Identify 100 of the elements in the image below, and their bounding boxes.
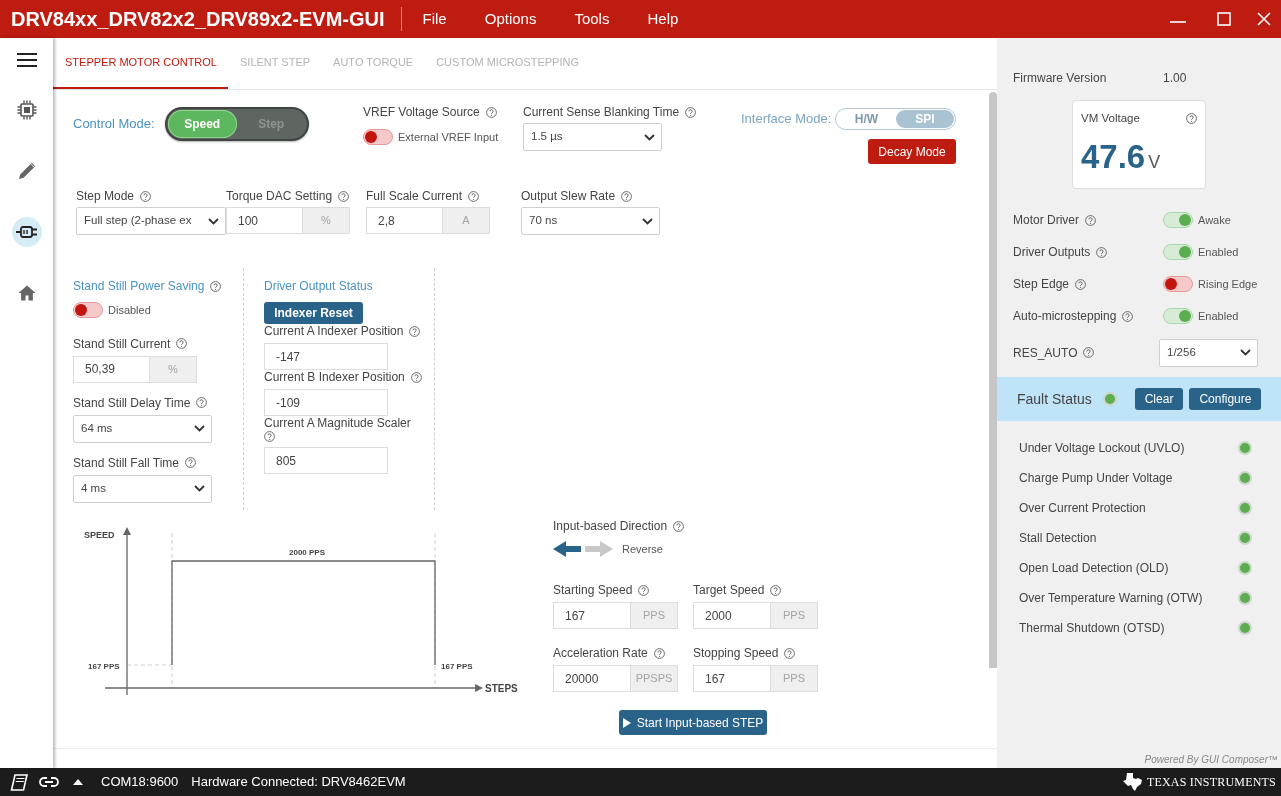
menu-item[interactable]: File (403, 5, 466, 33)
help-icon (409, 326, 421, 337)
field-label: Stand Still Delay Time (73, 394, 191, 411)
unit-label: PPS (770, 602, 818, 629)
unit-label: PPSPS (630, 665, 678, 692)
help-icon (653, 647, 665, 659)
speed-label: 2000 PPS (289, 548, 325, 557)
toggle-label: Rising Edge (1198, 276, 1258, 292)
field-label: Stand Still Current (73, 335, 171, 352)
indexer-reset-button[interactable]: Indexer Reset (264, 302, 363, 324)
dropdown[interactable]: 70 ns (521, 207, 660, 235)
help-icon (264, 431, 275, 442)
dropdown[interactable]: 64 ms (73, 414, 212, 443)
field-label: Firmware Version (1013, 70, 1108, 87)
voltage-value: 47.6 (1081, 139, 1146, 176)
toggle-label: Enabled (1198, 244, 1239, 260)
book-icon (10, 773, 28, 791)
dropdown[interactable]: 4 ms (73, 474, 212, 503)
help-icon (1096, 246, 1108, 258)
fault-label: Under Voltage Lockout (UVLO) (1019, 440, 1186, 457)
fault-label: Stall Detection (1019, 530, 1098, 547)
chip-icon (16, 100, 37, 120)
text-input[interactable]: 20000 (553, 665, 630, 692)
field-label: Current B Indexer Position (264, 370, 405, 384)
chevron-down-icon (644, 133, 655, 141)
fault-label: Charge Pump Under Voltage (1019, 470, 1174, 487)
text-input[interactable]: 50,39 (73, 355, 149, 383)
section-title: Fault Status (1017, 389, 1092, 409)
field-label: Torque DAC Setting (226, 188, 333, 204)
menu-item[interactable]: Help (628, 5, 698, 33)
field-label: Acceleration Rate (553, 645, 648, 661)
expand-button[interactable] (73, 779, 83, 785)
help-icon (621, 190, 633, 202)
text-input[interactable]: 167 (693, 665, 770, 692)
help-icon (685, 106, 697, 118)
toggle-switch[interactable] (1163, 212, 1193, 228)
help-icon (338, 190, 350, 202)
toggle-switch[interactable] (1163, 244, 1193, 260)
text-input[interactable]: -109 (264, 389, 388, 416)
maximize-icon (1217, 12, 1231, 26)
text-input[interactable]: 2,8 (366, 207, 442, 234)
field-label: Stand Still Fall Time (73, 454, 180, 471)
field-label: Starting Speed (553, 582, 633, 598)
dropdown[interactable]: 1/256 (1159, 338, 1258, 367)
text-input[interactable]: 100 (226, 207, 302, 234)
menu-item[interactable]: Options (465, 5, 556, 33)
footer-credit: Powered By GUI Composer™ (1143, 753, 1279, 767)
fault-label: Over Temperature Warning (OTW) (1019, 590, 1204, 607)
toggle-switch[interactable] (73, 302, 103, 319)
dropdown[interactable]: Full step (2-phase ex (76, 207, 226, 235)
window-title: DRV84xx_DRV82x2_DRV89x2-EVM-GUI (10, 7, 386, 32)
menu-item[interactable]: Tools (555, 5, 629, 33)
menu-icon (16, 53, 37, 67)
link-button[interactable] (39, 776, 59, 788)
minimize-icon (1170, 21, 1186, 23)
section-title: Driver Output Status (264, 278, 373, 294)
start-button[interactable]: Start Input-based STEP (619, 710, 767, 735)
brand-name: TEXAS INSTRUMENTS (1146, 774, 1276, 791)
sidebar-button[interactable] (11, 217, 42, 247)
help-icon (673, 520, 685, 532)
home-icon (17, 285, 36, 301)
field-label: Output Slew Rate (521, 188, 616, 204)
unit-label: PPS (770, 665, 818, 692)
text-input[interactable]: 2000 (693, 602, 770, 629)
help-icon (468, 190, 480, 202)
chevron-down-icon (194, 485, 205, 492)
help-icon (1075, 278, 1087, 290)
toggle-switch[interactable] (1163, 276, 1193, 292)
help-icon (638, 584, 650, 596)
toggle-label: Disabled (108, 303, 151, 318)
toggle-switch[interactable] (363, 129, 393, 146)
text-input[interactable]: 805 (264, 447, 388, 474)
arrow-left-icon[interactable] (553, 541, 581, 557)
decay-mode-button[interactable]: Decay Mode (868, 139, 956, 164)
help-icon (196, 397, 208, 408)
field-label: Stopping Speed (693, 645, 779, 661)
tab[interactable]: STEPPER MOTOR CONTROL (53, 38, 228, 89)
field-label: Interface Mode: (741, 110, 832, 129)
field-label: Input-based Direction (553, 518, 668, 534)
help-icon (185, 457, 197, 468)
speed-label: 167 PPS (88, 662, 120, 671)
text-input[interactable]: -147 (264, 343, 388, 370)
help-icon (770, 584, 782, 596)
speed-label: 167 PPS (441, 662, 473, 671)
action-button[interactable]: Configure (1189, 388, 1262, 410)
card-title: VM Voltage (1081, 111, 1140, 126)
dropdown[interactable]: 1.5 µs (523, 123, 662, 151)
unit-label: A (442, 207, 490, 234)
scrollbar[interactable] (989, 92, 997, 668)
chevron-down-icon (642, 217, 653, 225)
direction-label: Reverse (622, 541, 663, 557)
toggle-label: External VREF Input (398, 130, 499, 145)
fault-label: Thermal Shutdown (OTSD) (1019, 620, 1166, 637)
book-button[interactable] (10, 773, 28, 791)
caret-up-icon (73, 779, 83, 785)
text-input[interactable]: 167 (553, 602, 630, 629)
help-icon (210, 280, 222, 292)
toggle-switch[interactable] (1163, 308, 1193, 324)
action-button[interactable]: Clear (1134, 388, 1184, 410)
field-label: Step Mode (76, 188, 135, 204)
